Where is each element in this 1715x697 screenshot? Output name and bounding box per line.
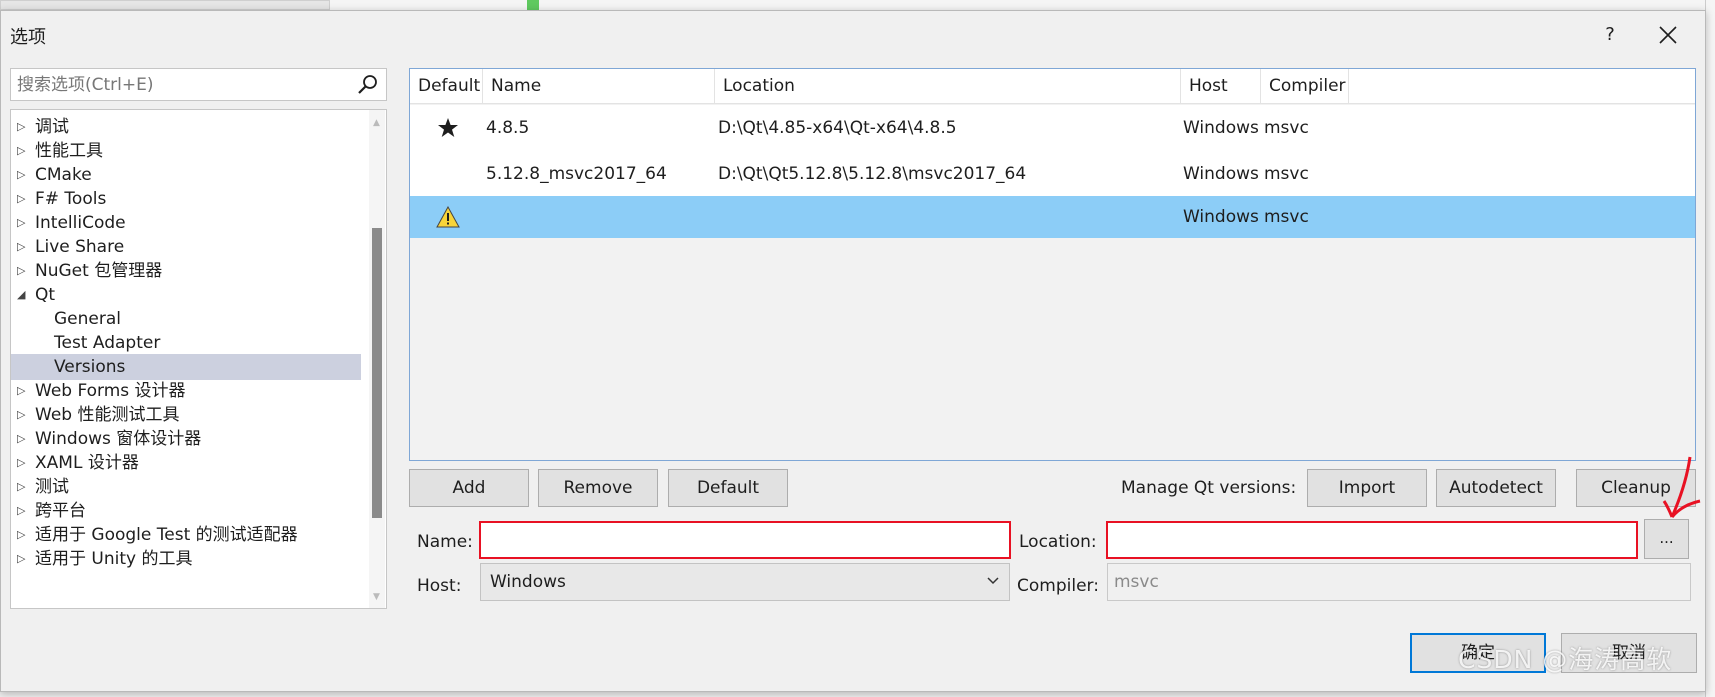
help-button[interactable]: ? [1593, 19, 1627, 51]
autodetect-button[interactable]: Autodetect [1436, 469, 1556, 507]
expand-arrow-icon[interactable]: ▷ [17, 450, 29, 476]
expand-arrow-icon[interactable]: ▷ [17, 186, 29, 212]
compiler-value: msvc [1114, 572, 1159, 592]
expand-arrow-icon[interactable]: ▷ [17, 138, 29, 164]
scrollbar-thumb[interactable] [372, 228, 382, 518]
version-host: Windows [1183, 207, 1259, 227]
tree-item-perf-tools[interactable]: ▷ 性能工具 [11, 138, 361, 164]
remove-button[interactable]: Remove [538, 469, 658, 507]
expand-arrow-icon[interactable]: ▷ [17, 378, 29, 404]
tree-item-web-forms[interactable]: ▷ Web Forms 设计器 [11, 378, 361, 404]
tree-item-qt-test-adapter[interactable]: Test Adapter [11, 330, 361, 356]
column-header-location[interactable]: Location [715, 69, 1181, 104]
star-icon [438, 118, 458, 137]
version-host: Windows [1183, 118, 1259, 138]
search-box [10, 68, 387, 101]
background-scrollbar [1705, 0, 1715, 697]
table-row[interactable]: 4.8.5 D:\Qt\4.85-x64\Qt-x64\4.8.5 Window… [410, 105, 1695, 151]
expand-arrow-icon[interactable]: ▷ [17, 546, 29, 572]
tree-item-fsharp-tools[interactable]: ▷ F# Tools [11, 186, 361, 212]
annotation-arrow-icon [1662, 456, 1701, 518]
tree-item-unity-tools[interactable]: ▷ 适用于 Unity 的工具 [11, 546, 361, 572]
location-field[interactable] [1106, 521, 1638, 559]
search-icon[interactable] [357, 74, 379, 96]
tree-item-test[interactable]: ▷ 测试 [11, 474, 361, 500]
tree-item-web-perf-test[interactable]: ▷ Web 性能测试工具 [11, 402, 361, 428]
search-input[interactable] [11, 69, 341, 100]
chevron-down-icon [987, 577, 999, 585]
watermark: CSDN @海涛高软 [1458, 645, 1673, 674]
expand-arrow-icon[interactable]: ▷ [17, 402, 29, 428]
title-bar: 选项 ? [1, 11, 1705, 57]
tree-item-qt[interactable]: ◢ Qt [11, 282, 361, 308]
expand-arrow-icon[interactable]: ▷ [17, 234, 29, 260]
tree-item-qt-general[interactable]: General [11, 306, 361, 332]
tree-item-cross-platform[interactable]: ▷ 跨平台 [11, 498, 361, 524]
column-header-compiler[interactable]: Compiler [1261, 69, 1349, 104]
column-header-name[interactable]: Name [483, 69, 715, 104]
table-row-selected[interactable]: Windows msvc [410, 196, 1695, 238]
window-title: 选项 [10, 27, 46, 48]
qt-versions-table: Default Name Location Host Compiler 4.8.… [409, 68, 1696, 461]
expand-arrow-icon[interactable]: ▷ [17, 114, 29, 140]
version-compiler: msvc [1264, 118, 1309, 138]
close-button[interactable] [1651, 19, 1685, 51]
tree-item-google-test-adapter[interactable]: ▷ 适用于 Google Test 的测试适配器 [11, 522, 361, 548]
tree-item-qt-versions[interactable]: Versions [11, 354, 361, 380]
background-panel [0, 0, 330, 10]
import-button[interactable]: Import [1307, 469, 1427, 507]
options-tree: ▷ 调试 ▷ 性能工具 ▷ CMake ▷ F# Tools ▷ IntelliCode … [10, 109, 387, 609]
host-dropdown[interactable]: Windows [480, 563, 1010, 601]
location-label: Location: [1019, 532, 1097, 552]
collapse-arrow-icon[interactable]: ◢ [17, 282, 29, 308]
tree-item-debug[interactable]: ▷ 调试 [11, 114, 361, 140]
tree-item-live-share[interactable]: ▷ Live Share [11, 234, 361, 260]
version-compiler: msvc [1264, 164, 1309, 184]
tree-item-cmake[interactable]: ▷ CMake [11, 162, 361, 188]
host-value: Windows [490, 572, 566, 592]
version-compiler: msvc [1264, 207, 1309, 227]
expand-arrow-icon[interactable]: ▷ [17, 258, 29, 284]
tree-item-xaml-designer[interactable]: ▷ XAML 设计器 [11, 450, 361, 476]
table-row[interactable]: 5.12.8_msvc2017_64 D:\Qt\Qt5.12.8\5.12.8… [410, 151, 1695, 197]
column-header-default[interactable]: Default [410, 69, 483, 104]
default-button[interactable]: Default [668, 469, 788, 507]
expand-arrow-icon[interactable]: ▷ [17, 162, 29, 188]
version-location: D:\Qt\Qt5.12.8\5.12.8\msvc2017_64 [718, 164, 1027, 184]
host-label: Host: [417, 576, 462, 596]
expand-arrow-icon[interactable]: ▷ [17, 498, 29, 524]
add-button[interactable]: Add [409, 469, 529, 507]
compiler-label: Compiler: [1017, 576, 1099, 596]
tree-item-intellicode[interactable]: ▷ IntelliCode [11, 210, 361, 236]
tree-scrollbar[interactable]: ▲ ▼ [369, 110, 385, 608]
warning-icon [436, 206, 460, 228]
tree-item-nuget[interactable]: ▷ NuGet 包管理器 [11, 258, 361, 284]
expand-arrow-icon[interactable]: ▷ [17, 522, 29, 548]
options-dialog: 选项 ? ▷调试 ▷性能工具 ▷CMake ▷F# Tools ▷Intelli… [0, 10, 1706, 692]
expand-arrow-icon[interactable]: ▷ [17, 474, 29, 500]
scroll-down-icon[interactable]: ▼ [373, 592, 380, 602]
version-name: 4.8.5 [486, 118, 530, 138]
manage-qt-versions-label: Manage Qt versions: [1121, 478, 1297, 498]
scroll-up-icon[interactable]: ▲ [373, 118, 380, 128]
name-field[interactable] [479, 521, 1011, 559]
version-location: D:\Qt\4.85-x64\Qt-x64\4.8.5 [718, 118, 957, 138]
expand-arrow-icon[interactable]: ▷ [17, 210, 29, 236]
version-host: Windows [1183, 164, 1259, 184]
column-header-host[interactable]: Host [1181, 69, 1261, 104]
expand-arrow-icon[interactable]: ▷ [17, 426, 29, 452]
close-icon [1659, 26, 1677, 44]
compiler-field: msvc [1107, 563, 1691, 601]
name-label: Name: [417, 532, 473, 552]
tree-item-winforms-designer[interactable]: ▷ Windows 窗体设计器 [11, 426, 361, 452]
version-name: 5.12.8_msvc2017_64 [486, 164, 667, 184]
table-header: Default Name Location Host Compiler [410, 69, 1695, 104]
